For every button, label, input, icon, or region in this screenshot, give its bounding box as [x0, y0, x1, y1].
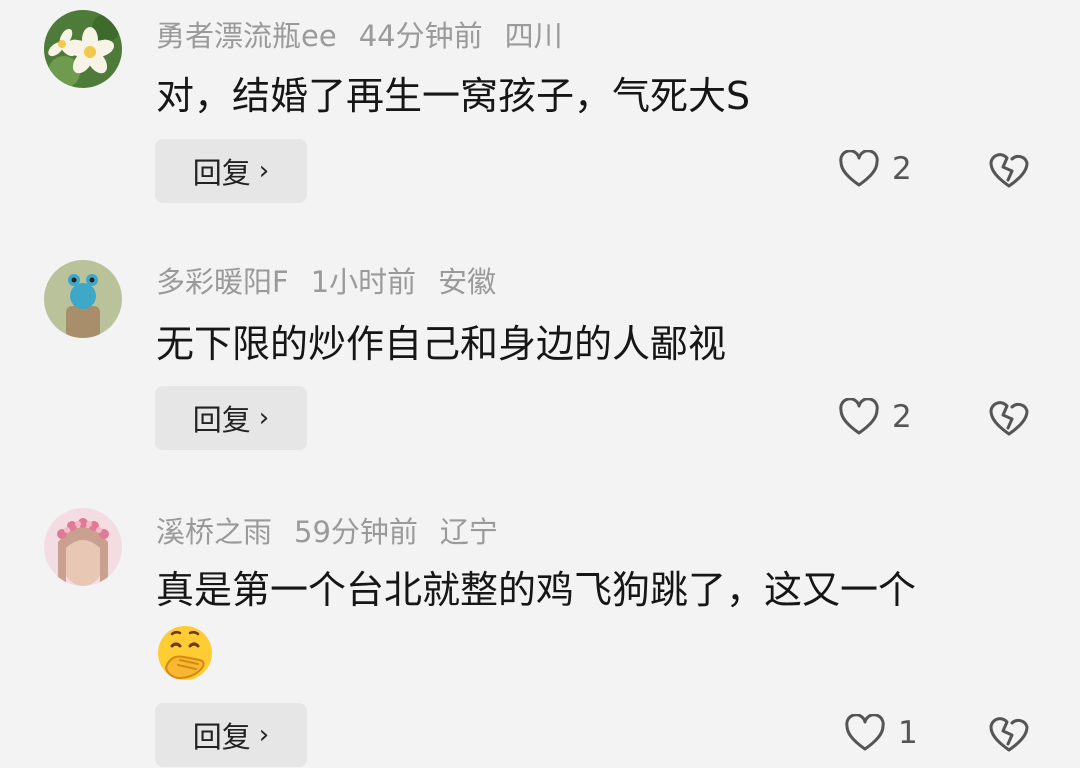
- like-button[interactable]: 2: [838, 389, 912, 445]
- username[interactable]: 溪桥之雨: [156, 515, 272, 549]
- illustrated-girl-avatar-icon: [44, 508, 122, 586]
- heart-outline-icon: [839, 150, 879, 187]
- reply-button[interactable]: 回复 ›: [155, 386, 307, 450]
- reply-button[interactable]: 回复 ›: [155, 139, 307, 203]
- location: 辽宁: [439, 515, 498, 549]
- dislike-button[interactable]: [988, 149, 1030, 191]
- username[interactable]: 多彩暖阳F: [156, 265, 289, 299]
- reply-button[interactable]: 回复 ›: [155, 703, 307, 767]
- dislike-button[interactable]: [988, 713, 1030, 755]
- comment-item: 勇者漂流瓶ee 44分钟前 四川 对，结婚了再生一窝孩子，气死大S 回复 › 2: [0, 0, 1080, 250]
- comment-meta: 多彩暖阳F 1小时前 安徽: [156, 264, 518, 300]
- comment-text: 对，结婚了再生一窝孩子，气死大S: [156, 74, 751, 118]
- comment-meta: 勇者漂流瓶ee 44分钟前 四川: [156, 18, 585, 54]
- comment-item: 多彩暖阳F 1小时前 安徽 无下限的炒作自己和身边的人鄙视 回复 › 2: [0, 250, 1080, 500]
- like-button[interactable]: 2: [838, 141, 912, 197]
- broken-heart-icon: [989, 401, 1029, 436]
- broken-heart-icon: [989, 717, 1029, 752]
- chevron-right-icon: ›: [258, 156, 270, 186]
- heart-outline-icon: [839, 398, 879, 435]
- avatar[interactable]: [44, 260, 122, 338]
- reply-label: 回复: [192, 156, 251, 190]
- timestamp: 1小时前: [310, 265, 417, 299]
- comment-meta: 溪桥之雨 59分钟前 辽宁: [156, 514, 520, 550]
- like-button[interactable]: 1: [844, 705, 918, 761]
- comment-text: 无下限的炒作自己和身边的人鄙视: [156, 322, 727, 366]
- hand-over-mouth-emoji: [158, 625, 212, 680]
- flower-avatar-icon: [44, 10, 122, 88]
- chevron-right-icon: ›: [258, 403, 270, 433]
- reply-label: 回复: [192, 720, 251, 754]
- reply-label: 回复: [192, 403, 251, 437]
- like-count: 2: [892, 399, 912, 435]
- chevron-right-icon: ›: [258, 720, 270, 750]
- timestamp: 59分钟前: [294, 515, 418, 549]
- comment-item: 溪桥之雨 59分钟前 辽宁 真是第一个台北就整的鸡飞狗跳了，这又一个 回复 › 1: [0, 500, 1080, 768]
- like-count: 1: [898, 715, 918, 751]
- cartoon-avatar-icon: [44, 260, 122, 338]
- like-count: 2: [892, 151, 912, 187]
- avatar[interactable]: [44, 10, 122, 88]
- dislike-button[interactable]: [988, 397, 1030, 439]
- broken-heart-icon: [989, 153, 1029, 188]
- username[interactable]: 勇者漂流瓶ee: [156, 19, 337, 53]
- avatar[interactable]: [44, 508, 122, 586]
- location: 四川: [504, 19, 563, 53]
- comment-text-content: 真是第一个台北就整的鸡飞狗跳了，这又一个: [156, 568, 917, 612]
- timestamp: 44分钟前: [358, 19, 483, 53]
- heart-outline-icon: [845, 714, 885, 751]
- comment-text: 真是第一个台北就整的鸡飞狗跳了，这又一个: [156, 560, 1036, 682]
- location: 安徽: [438, 265, 497, 299]
